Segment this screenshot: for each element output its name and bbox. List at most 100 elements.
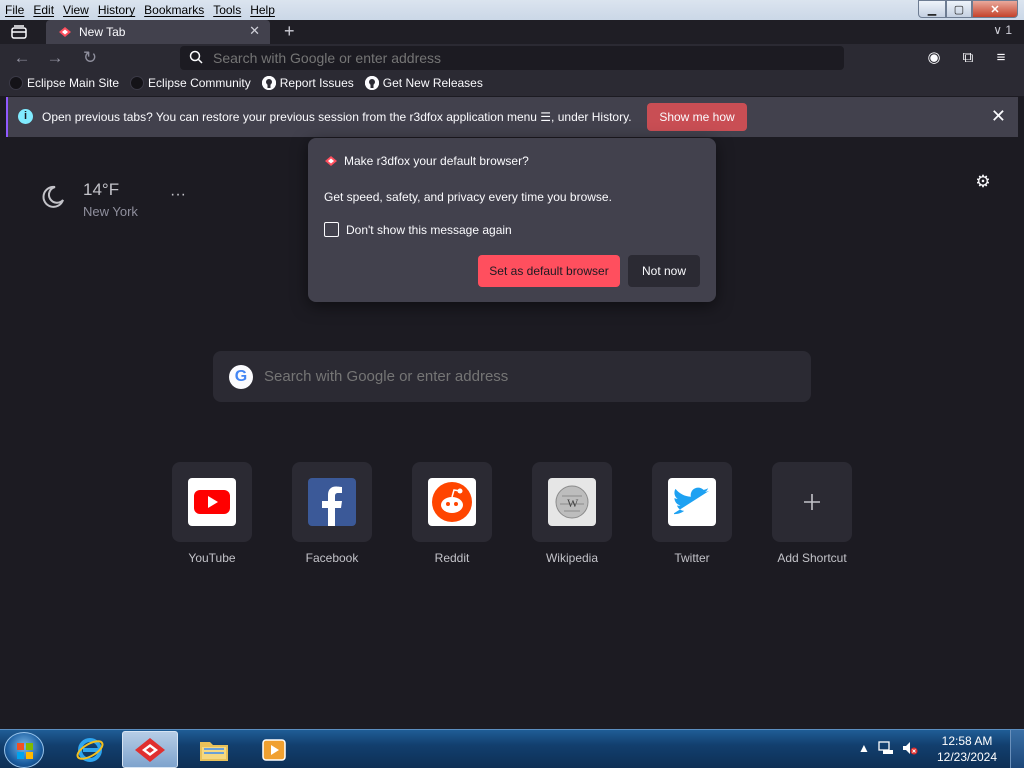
menu-history[interactable]: History [98,3,135,17]
clock-time: 12:58 AM [941,734,993,748]
menu-bookmarks[interactable]: Bookmarks [144,3,204,17]
menu-view[interactable]: View [63,3,89,17]
shortcut-label: Twitter [674,551,710,565]
twitter-icon [668,478,716,526]
menu-tools[interactable]: Tools [213,3,241,17]
google-icon: G [229,364,253,389]
bookmark-eclipse-community[interactable]: Eclipse Community [130,76,251,90]
dialog-title-row: Make r3dfox your default browser? [324,154,529,168]
bookmark-eclipse-main-site[interactable]: Eclipse Main Site [9,76,119,90]
window-controls: ▁ ▢ ✕ [918,0,1018,18]
account-icon[interactable]: ◉ [924,48,944,68]
youtube-icon [188,478,236,526]
dont-show-again-checkbox-row[interactable]: Don't show this message again [324,222,512,237]
reload-button[interactable]: ↻ [80,48,100,68]
menu-help[interactable]: Help [250,3,275,17]
internet-explorer-icon [76,737,104,762]
r3dfox-icon [135,737,165,762]
shortcut-tile[interactable] [292,462,372,542]
weather-more-icon[interactable]: ··· [170,186,186,204]
newtab-search-box[interactable]: G [213,351,811,402]
github-icon [364,76,379,90]
show-desktop-button[interactable] [1010,730,1024,768]
taskbar-file-explorer[interactable] [186,731,242,768]
bookmark-label: Report Issues [279,76,354,90]
eclipse-icon [9,76,23,90]
shortcut-tile[interactable] [652,462,732,542]
r3dfox-icon [58,26,72,38]
media-player-icon [262,738,286,761]
tab-title: New Tab [79,25,126,39]
set-as-default-button[interactable]: Set as default browser [478,255,620,287]
add-shortcut-tile[interactable] [772,462,852,542]
shortcut-youtube[interactable]: YouTube [172,462,252,565]
forward-button[interactable]: → [45,48,65,68]
shortcut-tile[interactable] [172,462,252,542]
volume-muted-icon[interactable] [902,741,918,758]
bookmark-get-new-releases[interactable]: Get New Releases [364,76,483,90]
show-me-how-button[interactable]: Show me how [647,103,747,131]
weather-temperature: 14°F [83,180,120,199]
minimize-button[interactable]: ▁ [918,0,946,18]
restore-session-notification: i Open previous tabs? You can restore yo… [6,97,1018,137]
not-now-button[interactable]: Not now [628,255,700,287]
shortcut-add[interactable]: Add Shortcut [772,462,852,565]
taskbar-internet-explorer[interactable] [62,731,118,768]
shortcut-tile[interactable] [412,462,492,542]
firefox-view-icon[interactable] [10,24,28,40]
default-browser-dialog: Make r3dfox your default browser? Get sp… [308,138,716,302]
bookmark-label: Eclipse Community [148,76,251,90]
shortcut-label: YouTube [188,551,236,565]
taskbar-r3dfox[interactable] [122,731,178,768]
taskbar-clock[interactable]: 12:58 AM 12/23/2024 [932,733,1002,765]
close-tab-icon[interactable]: ✕ [249,23,260,39]
tray-expand-icon[interactable]: ▲ [858,741,870,755]
shortcut-label: Wikipedia [545,551,599,565]
back-button[interactable]: ← [12,48,32,68]
tab-new-tab[interactable]: New Tab ✕ [46,20,270,44]
taskbar-media-player[interactable] [246,731,302,768]
bookmark-report-issues[interactable]: Report Issues [261,76,354,90]
maximize-button[interactable]: ▢ [946,0,972,18]
menu-bar: File Edit View History Bookmarks Tools H… [0,0,284,20]
dont-show-again-checkbox[interactable] [324,222,339,237]
shortcut-wikipedia[interactable]: W Wikipedia [532,462,612,565]
extensions-icon[interactable]: ⧉ [958,48,978,68]
list-all-tabs-button[interactable]: ∨ 1 [993,23,1012,37]
shortcut-label: Add Shortcut [777,551,847,565]
windows-taskbar: ▲ 12:58 AM 12/23/2024 [0,729,1024,768]
browser-chrome: File Edit View History Bookmarks Tools H… [0,0,1024,96]
new-tab-button[interactable]: + [284,21,295,42]
top-sites: YouTube Facebook Reddit W Wikipedia Twit… [172,462,872,582]
shortcut-facebook[interactable]: Facebook [292,462,372,565]
url-bar[interactable] [180,46,844,70]
settings-gear-icon[interactable]: ⚙ [972,172,994,194]
info-icon: i [18,109,33,124]
notification-message-rest: You can restore your previous session fr… [152,110,632,124]
shortcut-tile[interactable]: W [532,462,612,542]
tab-strip: New Tab ✕ + ∨ 1 [0,20,1024,44]
folder-icon [200,741,228,761]
dialog-title: Make r3dfox your default browser? [344,154,529,168]
network-icon[interactable] [878,741,894,758]
close-notification-icon[interactable]: ✕ [991,106,1006,127]
checkbox-label: Don't show this message again [346,222,512,237]
menu-edit[interactable]: Edit [33,3,54,17]
svg-text:W: W [567,496,579,510]
r3dfox-icon [324,155,338,167]
shortcut-twitter[interactable]: Twitter [652,462,732,565]
app-menu-icon[interactable]: ≡ [991,48,1011,68]
address-input[interactable] [213,50,813,66]
close-window-button[interactable]: ✕ [972,0,1018,18]
windows-logo-icon [17,743,33,759]
menu-file[interactable]: File [5,3,24,17]
notification-message-bold: Open previous tabs? [42,110,153,124]
facebook-icon [308,478,356,526]
bookmark-label: Get New Releases [382,76,483,90]
plus-icon [788,478,836,526]
shortcut-label: Facebook [305,551,359,565]
newtab-search-input[interactable] [264,368,784,385]
github-icon [261,76,276,90]
shortcut-reddit[interactable]: Reddit [412,462,492,565]
start-button[interactable] [4,732,44,768]
